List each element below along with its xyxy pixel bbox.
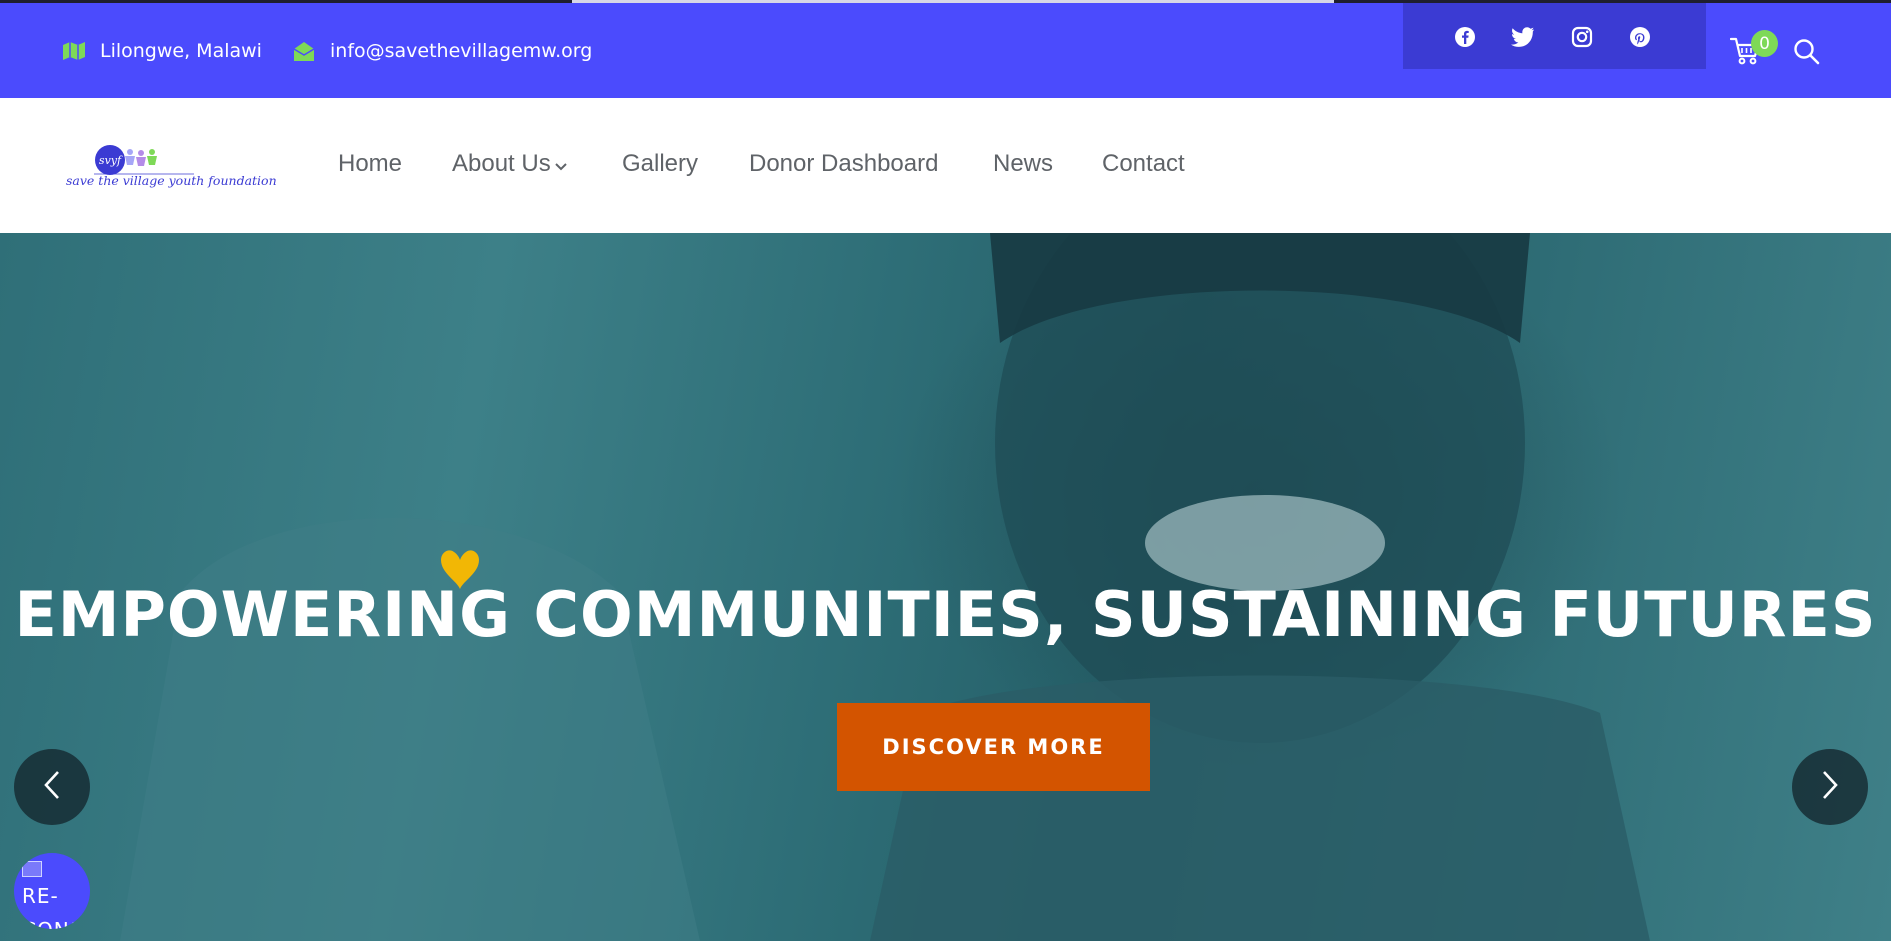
- map-icon: [62, 41, 86, 61]
- hero-slider: EMPOWERING COMMUNITIES, SUSTAINING FUTUR…: [0, 233, 1891, 941]
- nav-item-home[interactable]: Home: [338, 150, 402, 178]
- email-link[interactable]: info@savethevillagemw.org: [330, 40, 592, 62]
- logo-mark-text: svyf: [99, 154, 123, 167]
- social-links: [1403, 3, 1706, 69]
- chevron-left-icon: [42, 769, 62, 805]
- discover-more-button[interactable]: DISCOVER MORE: [837, 703, 1150, 791]
- floating-widget-label: RE-CONS: [22, 884, 82, 929]
- chevron-down-icon: [555, 150, 567, 178]
- top-bar: Lilongwe, Malawi info@savethevillagemw.o…: [0, 0, 1891, 98]
- main-navigation-bar: [0, 98, 1891, 233]
- search-icon[interactable]: [1792, 37, 1822, 67]
- email-item[interactable]: info@savethevillagemw.org: [292, 36, 592, 66]
- location-text: Lilongwe, Malawi: [100, 40, 262, 62]
- chevron-right-icon: [1820, 769, 1840, 805]
- cart-count-badge: 0: [1751, 30, 1778, 57]
- pinterest-icon[interactable]: [1628, 25, 1652, 49]
- nav-item-about-us-label: About Us: [452, 150, 551, 177]
- nav-item-contact[interactable]: Contact: [1102, 150, 1185, 178]
- top-edge-highlight: [572, 0, 1334, 3]
- slider-prev-button[interactable]: [14, 749, 90, 825]
- envelope-open-icon: [292, 40, 316, 62]
- nav-item-donor-dashboard[interactable]: Donor Dashboard: [749, 150, 938, 178]
- instagram-icon[interactable]: [1570, 25, 1594, 49]
- logo-tagline: save the village youth foundation: [66, 173, 277, 188]
- nav-item-news[interactable]: News: [993, 150, 1053, 178]
- hero-headline: EMPOWERING COMMUNITIES, SUSTAINING FUTUR…: [14, 578, 1877, 651]
- facebook-icon[interactable]: [1453, 25, 1477, 49]
- location-item: Lilongwe, Malawi: [62, 36, 262, 66]
- twitter-icon[interactable]: [1511, 25, 1535, 49]
- broken-image-icon: [22, 861, 42, 877]
- nav-item-about-us[interactable]: About Us: [452, 150, 567, 178]
- slider-next-button[interactable]: [1792, 749, 1868, 825]
- nav-item-gallery[interactable]: Gallery: [622, 150, 698, 178]
- floating-widget-button[interactable]: RE-CONS: [14, 853, 90, 929]
